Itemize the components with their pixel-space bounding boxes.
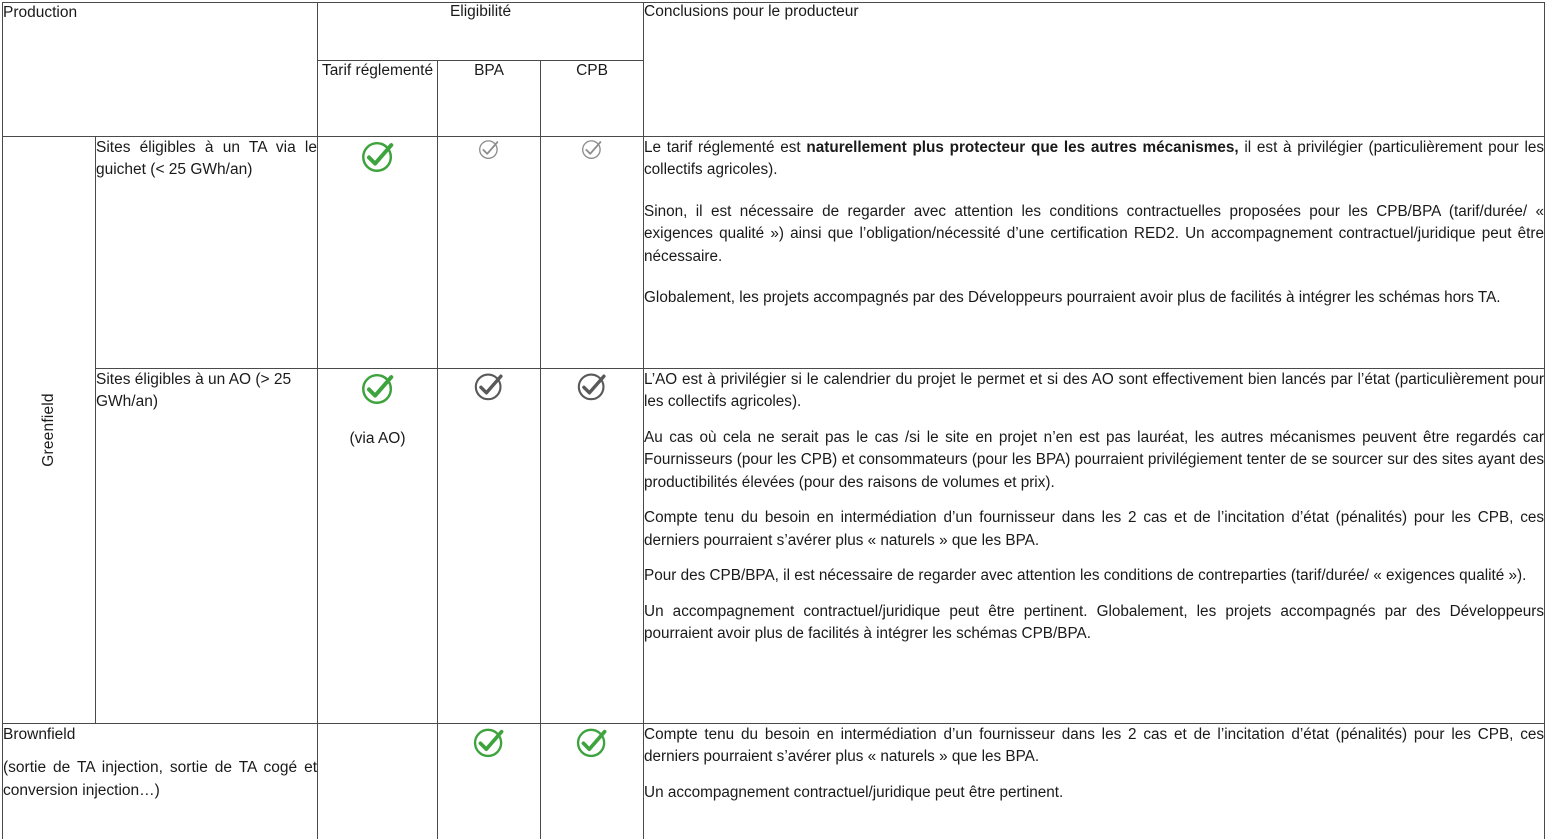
circle-check-icon	[359, 369, 397, 407]
circle-check-icon	[471, 724, 507, 760]
header-cpb: CPB	[540, 60, 645, 137]
header-production: Production	[1, 2, 319, 137]
table-header: Production Eligibilité Conclusions pour …	[1, 2, 1546, 137]
conclusion-paragraph: Un accompagnement contractuel/juridique …	[644, 783, 1064, 801]
site-label-text: Sites éligibles à un AO (> 25 GWh/an)	[96, 371, 292, 411]
conclusion-paragraph: Un accompagnement contractuel/juridique …	[644, 602, 1545, 643]
header-bpa: BPA	[437, 60, 542, 137]
conclusions-greenfield-guichet: Le tarif réglementé est naturellement pl…	[643, 136, 1546, 369]
header-row-top: Production Eligibilité Conclusions pour …	[1, 2, 1546, 137]
cell-bpa-greenfield-guichet	[437, 136, 542, 369]
conclusion-bold: naturellement plus protecteur que les au…	[806, 139, 1239, 156]
cell-ta-brownfield	[317, 723, 439, 839]
conclusion-paragraph: Globalement, les projets accompagnés par…	[644, 289, 1501, 307]
conclusion-paragraph: Au cas où cela ne serait pas le cas /si …	[644, 428, 1545, 491]
conclusion-paragraph: Le tarif réglementé est naturellement pl…	[644, 137, 1544, 182]
table-row: Brownfield (sortie de TA injection, sort…	[1, 723, 1546, 839]
header-conclusions: Conclusions pour le producteur	[643, 2, 1546, 137]
greenfield-vertical-label: Greenfield	[40, 393, 57, 467]
conclusion-lead: Le tarif réglementé est	[644, 139, 807, 156]
table-row: Greenfield Sites éligibles à un TA via l…	[2, 136, 1546, 724]
conclusions-brownfield: Compte tenu du besoin en intermédiation …	[643, 723, 1546, 839]
circle-check-icon	[575, 369, 609, 403]
conclusion-paragraph: Compte tenu du besoin en intermédiation …	[644, 509, 1545, 549]
circle-check-icon	[580, 137, 604, 161]
eligibility-matrix-table: Production Eligibilité Conclusions pour …	[1, 2, 1546, 839]
site-label-greenfield-ao: Sites éligibles à un AO (> 25 GWh/an)	[94, 368, 319, 724]
cell-cpb-brownfield	[540, 723, 645, 839]
ta-note: (via AO)	[349, 430, 406, 447]
cell-cpb-greenfield-ao	[540, 368, 645, 724]
conclusion-paragraph: L’AO est à privilégier si le calendrier …	[644, 371, 1545, 411]
group-label-greenfield: Greenfield	[2, 136, 96, 724]
site-label-brownfield: Brownfield (sortie de TA injection, sort…	[1, 723, 319, 839]
conclusions-greenfield-ao: L’AO est à privilégier si le calendrier …	[643, 368, 1546, 724]
header-eligibilite-group: Eligibilité	[317, 2, 645, 61]
table-body: Greenfield Sites éligibles à un TA via l…	[1, 136, 1546, 839]
cell-bpa-brownfield	[437, 723, 542, 839]
conclusion-paragraph: Pour des CPB/BPA, il est nécessaire de r…	[644, 567, 1527, 585]
document-page: Production Eligibilité Conclusions pour …	[0, 0, 1546, 839]
cell-ta-greenfield-guichet	[317, 136, 439, 369]
site-label-text: Sites éligibles à un TA via le guichet (…	[96, 139, 318, 179]
circle-check-icon	[472, 369, 506, 403]
cell-cpb-greenfield-guichet	[540, 136, 645, 369]
cell-ta-greenfield-ao: (via AO)	[317, 368, 439, 724]
brownfield-detail: (sortie de TA injection, sortie de TA co…	[3, 759, 318, 799]
conclusion-paragraph: Sinon, il est nécessaire de regarder ave…	[644, 202, 1545, 265]
circle-check-icon	[477, 137, 501, 161]
circle-check-icon	[359, 137, 397, 175]
cell-bpa-greenfield-ao	[437, 368, 542, 724]
circle-check-icon	[574, 724, 610, 760]
table-row: Sites éligibles à un AO (> 25 GWh/an) (v…	[3, 368, 1546, 724]
brownfield-title: Brownfield	[3, 726, 76, 743]
conclusion-paragraph: Compte tenu du besoin en intermédiation …	[644, 726, 1545, 766]
site-label-greenfield-guichet: Sites éligibles à un TA via le guichet (…	[94, 136, 319, 369]
header-tarif-reglemente: Tarif réglementé	[317, 60, 439, 137]
